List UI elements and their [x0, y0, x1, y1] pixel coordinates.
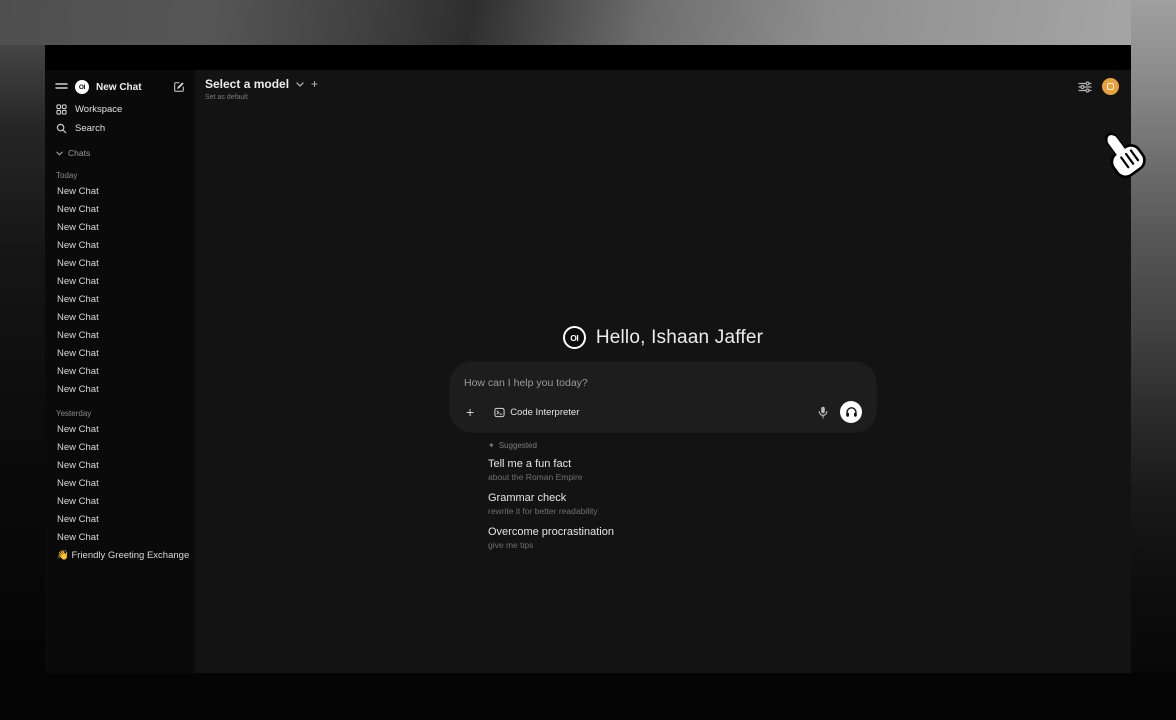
list-item[interactable]: Today — [45, 169, 195, 183]
wallpaper-left — [0, 45, 45, 720]
suggestion-list: Tell me a fun fact about the Roman Empir… — [488, 458, 876, 550]
suggestion-subtitle: about the Roman Empire — [488, 472, 876, 482]
list-item[interactable]: New Chat — [45, 201, 195, 219]
window-top-strip — [45, 45, 1131, 70]
sidebar-item-workspace[interactable]: Workspace — [45, 100, 195, 119]
search-icon — [56, 123, 67, 134]
list-item[interactable]: New Chat — [45, 439, 195, 457]
list-item[interactable]: 👋 Friendly Greeting Exchange — [45, 547, 195, 565]
list-item[interactable]: New Chat — [45, 309, 195, 327]
list-item[interactable]: New Chat — [45, 511, 195, 529]
voice-call-button[interactable] — [840, 401, 862, 423]
microphone-icon[interactable] — [818, 406, 828, 419]
controls-sliders-icon[interactable] — [1078, 81, 1092, 93]
suggestion-title: Grammar check — [488, 492, 876, 504]
list-item[interactable]: Yesterday — [45, 407, 195, 421]
app-logo-icon: OI — [563, 326, 586, 349]
sidebar-header: OI New Chat — [45, 74, 195, 100]
list-item[interactable]: New Chat — [45, 529, 195, 547]
topbar: Select a model + Set as default — [195, 70, 1131, 101]
main-area: Select a model + Set as default — [195, 70, 1131, 673]
suggestion-item[interactable]: Grammar check rewrite it for better read… — [488, 492, 876, 516]
list-item[interactable]: New Chat — [45, 345, 195, 363]
message-composer[interactable]: + Code Interpreter — [450, 362, 876, 432]
suggestion-title: Tell me a fun fact — [488, 458, 876, 470]
grid-icon — [56, 104, 67, 115]
chats-section-toggle[interactable]: Chats — [45, 145, 195, 161]
list-item[interactable]: New Chat — [45, 183, 195, 201]
chat-list: TodayNew ChatNew ChatNew ChatNew ChatNew… — [45, 169, 195, 565]
code-interpreter-toggle[interactable]: Code Interpreter — [494, 407, 579, 418]
list-item[interactable]: New Chat — [45, 237, 195, 255]
sparkle-icon: ✦ — [488, 441, 495, 450]
greeting-text: Hello, Ishaan Jaffer — [596, 327, 763, 349]
sidebar-item-label: Search — [75, 123, 105, 134]
app-logo-icon: OI — [75, 80, 89, 94]
avatar-mark — [1107, 83, 1114, 90]
suggestion-item[interactable]: Tell me a fun fact about the Roman Empir… — [488, 458, 876, 482]
list-item[interactable]: New Chat — [45, 291, 195, 309]
new-chat-pencil-icon[interactable] — [173, 81, 185, 93]
suggestion-item[interactable]: Overcome procrastination give me tips — [488, 526, 876, 550]
chevron-down-icon[interactable] — [296, 82, 304, 87]
app-window: OI New Chat Workspace — [45, 45, 1131, 673]
list-item[interactable]: New Chat — [45, 457, 195, 475]
code-interpreter-label: Code Interpreter — [510, 407, 579, 418]
set-as-default-link[interactable]: Set as default — [205, 94, 1119, 101]
sidebar-item-search[interactable]: Search — [45, 119, 195, 138]
wallpaper-right — [1131, 0, 1176, 720]
list-item[interactable]: New Chat — [45, 273, 195, 291]
list-item[interactable]: New Chat — [45, 219, 195, 237]
model-selector[interactable]: Select a model — [205, 77, 289, 91]
list-item[interactable]: New Chat — [45, 493, 195, 511]
sidebar-item-label: Workspace — [75, 104, 122, 115]
headphones-icon — [845, 406, 858, 418]
list-item[interactable]: New Chat — [45, 255, 195, 273]
suggested-label: Suggested — [499, 441, 537, 450]
wallpaper-bottom — [0, 673, 1176, 720]
hamburger-menu-icon[interactable] — [55, 82, 68, 92]
add-model-button[interactable]: + — [311, 78, 318, 90]
sidebar-title: New Chat — [96, 82, 142, 93]
suggested-section: ✦ Suggested Tell me a fun fact about the… — [450, 441, 876, 550]
desktop: OI New Chat Workspace — [0, 0, 1176, 720]
sidebar: OI New Chat Workspace — [45, 70, 195, 673]
suggestion-title: Overcome procrastination — [488, 526, 876, 538]
suggestion-subtitle: rewrite it for better readability — [488, 506, 876, 516]
chevron-down-icon — [56, 151, 63, 156]
chats-section-label: Chats — [68, 148, 90, 158]
avatar[interactable] — [1102, 78, 1119, 95]
list-item[interactable]: New Chat — [45, 475, 195, 493]
attach-plus-button[interactable]: + — [464, 405, 476, 419]
list-item[interactable]: New Chat — [45, 327, 195, 345]
suggestion-subtitle: give me tips — [488, 540, 876, 550]
welcome-panel: OI Hello, Ishaan Jaffer + Code Interpret… — [450, 326, 876, 560]
wallpaper-top — [0, 0, 1176, 45]
list-item[interactable]: New Chat — [45, 363, 195, 381]
terminal-icon — [494, 407, 505, 418]
list-item[interactable]: New Chat — [45, 421, 195, 439]
list-item[interactable]: New Chat — [45, 381, 195, 399]
message-input[interactable] — [464, 377, 862, 389]
